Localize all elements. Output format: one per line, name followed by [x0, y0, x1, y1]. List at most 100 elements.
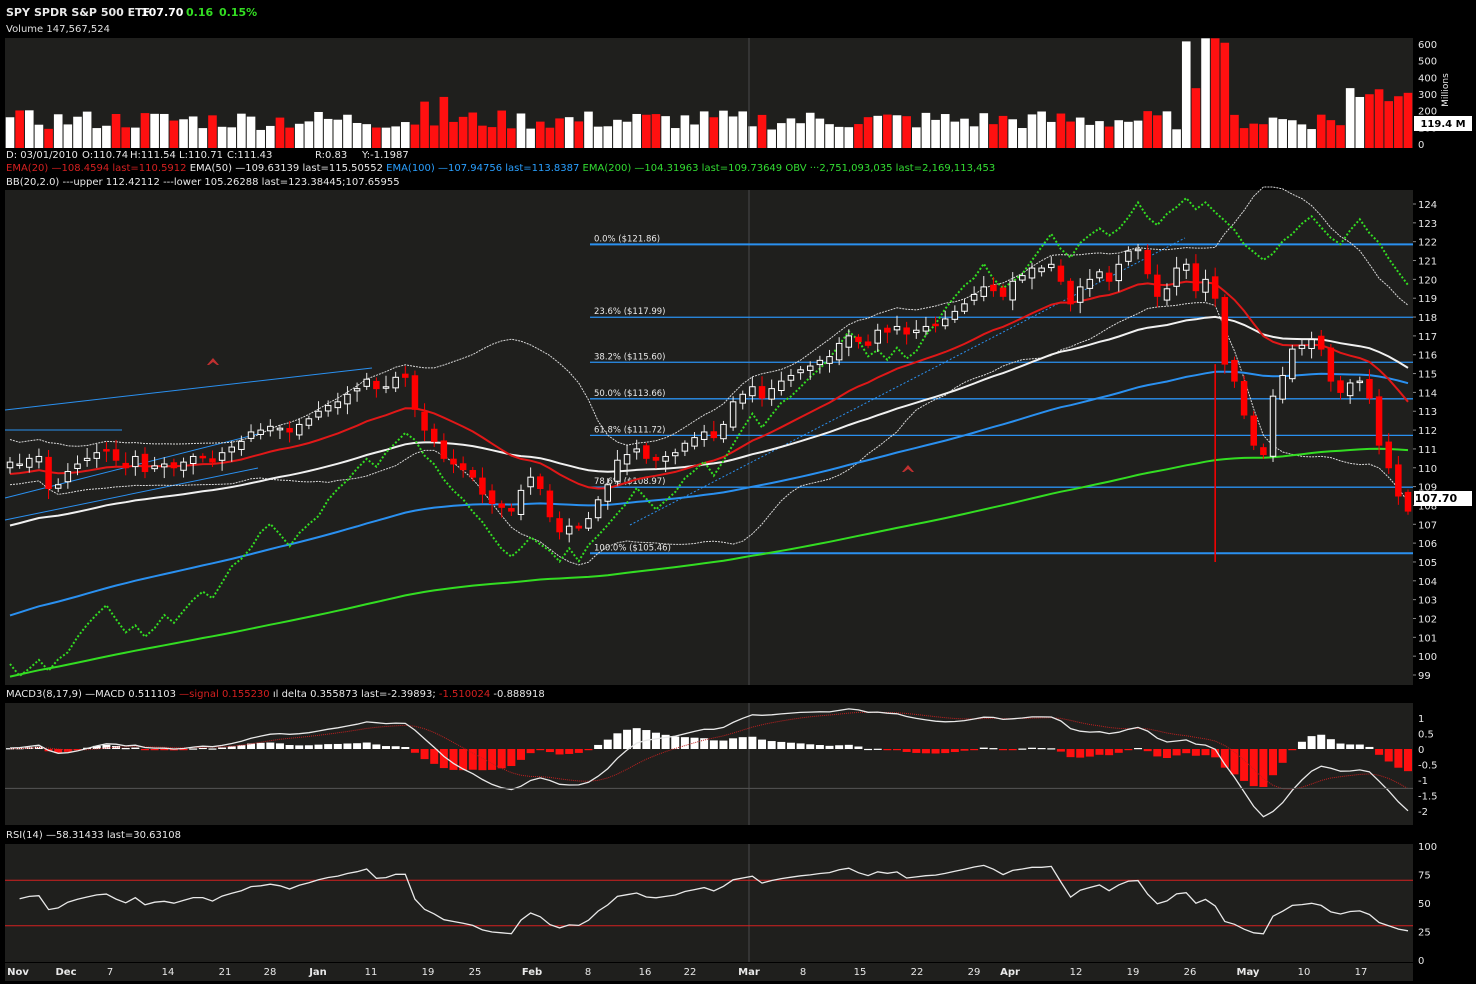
candle-body [556, 518, 563, 533]
macd-legend: MACD3(8,17,9) —MACD 0.511103 —signal 0.1… [6, 689, 545, 700]
fib-label: 50.0% ($113.66) [594, 389, 666, 399]
candle-body [537, 476, 544, 489]
candle-body [411, 375, 419, 410]
candle-body [1182, 263, 1190, 271]
bb-legend: BB(20,2.0) ---upper 112.42112 ---lower 1… [6, 177, 400, 188]
macd-histogram-bar [1162, 749, 1171, 759]
candle-body [1125, 250, 1132, 262]
price-tick-label: 121 [1418, 257, 1437, 268]
candle-body [64, 471, 72, 483]
candle-body [286, 428, 293, 433]
volume-bar [1278, 119, 1287, 148]
macd-histogram-bar [1394, 749, 1403, 768]
price-tick-label: 117 [1418, 332, 1437, 343]
macd-histogram-bar [1105, 749, 1114, 756]
candle-body [999, 287, 1007, 297]
volume-bar [420, 101, 429, 148]
volume-bar [613, 119, 622, 148]
candle-body [729, 401, 737, 428]
fib-label: 100.0% ($105.46) [594, 543, 671, 553]
volume-bar [487, 127, 497, 148]
macd-histogram-bar [275, 743, 284, 749]
candle-body [806, 365, 814, 371]
legend-item: EMA(200) —104.31963 last=109.73649 [579, 163, 782, 174]
volume-tick-label: 500 [1418, 57, 1437, 68]
volume-bar [564, 117, 574, 148]
macd-panel[interactable] [5, 703, 1413, 825]
volume-bar [34, 124, 44, 148]
volume-bar [979, 113, 989, 148]
macd-histogram-bar [1018, 748, 1027, 750]
price-tick-label: 119 [1418, 294, 1437, 305]
fib-label: 23.6% ($117.99) [594, 307, 666, 317]
volume-bar [285, 127, 294, 148]
volume-bar [622, 121, 632, 148]
candle-body [16, 463, 23, 466]
candle-body [816, 359, 824, 366]
macd-histogram-bar [536, 749, 545, 751]
volume-bar [593, 126, 603, 148]
macd-histogram-bar [651, 732, 660, 749]
info-date: D: 03/01/2010 [6, 150, 78, 161]
candle-body [430, 428, 438, 442]
candle-body [83, 457, 91, 461]
volume-bar [1394, 96, 1403, 148]
price-tick-label: 118 [1418, 313, 1437, 324]
candle-body [1192, 263, 1200, 292]
volume-bar [294, 123, 304, 148]
volume-bar [805, 112, 815, 148]
macd-histogram-bar [893, 749, 902, 751]
volume-bar [1403, 92, 1413, 148]
candle-body [1096, 271, 1103, 279]
candle-body [874, 329, 881, 344]
macd-histogram-bar [1027, 747, 1036, 749]
volume-bar [786, 118, 796, 148]
candle-body [1298, 344, 1306, 349]
candle-body [295, 423, 303, 436]
volume-bar [102, 125, 111, 148]
date-tick-label: 22 [684, 967, 697, 978]
candle-body [1385, 441, 1392, 469]
volume-bar [458, 116, 468, 148]
candle-body [1327, 347, 1335, 382]
macd-histogram-bar [815, 745, 824, 749]
volume-bar [651, 114, 661, 148]
volume-bar [266, 125, 275, 148]
rsi-panel[interactable] [5, 844, 1413, 962]
candle-body [662, 455, 669, 462]
volume-bar [757, 114, 767, 148]
volume-bar [208, 115, 217, 148]
candle-body [1163, 288, 1171, 301]
macd-histogram-bar [218, 747, 227, 749]
macd-histogram-bar [362, 742, 371, 749]
volume-bar [111, 114, 121, 148]
fib-label: 38.2% ($115.60) [594, 352, 666, 362]
price-panel[interactable] [5, 190, 1413, 685]
volume-bar [603, 126, 613, 148]
candle-body [700, 431, 708, 440]
rsi-tick-label: 50 [1418, 899, 1431, 910]
volume-bar [844, 127, 854, 148]
macd-histogram-bar [1008, 749, 1017, 751]
volume-bar [352, 122, 362, 148]
macd-histogram-bar [603, 739, 612, 749]
candle-body [1366, 378, 1373, 399]
candle-body [382, 386, 390, 389]
rsi-tick-label: 100 [1418, 842, 1437, 853]
macd-histogram-bar [902, 749, 911, 752]
candle-body [344, 393, 351, 405]
candle-body [74, 463, 81, 469]
macd-histogram-bar [160, 749, 169, 751]
candle-body [623, 454, 631, 465]
candle-body [488, 490, 496, 505]
volume-bar [854, 124, 863, 148]
chart-workspace: SPY SPDR S&P 500 ETF 107.70 0.16 0.15% V… [0, 0, 1476, 984]
date-tick-label: 21 [219, 967, 232, 978]
candle-body [594, 499, 602, 519]
candle-body [633, 448, 640, 453]
volume-bar [1336, 125, 1345, 148]
volume-bar [391, 126, 400, 148]
candle-body [1028, 267, 1036, 279]
candle-body [990, 284, 997, 292]
candle-body [199, 455, 207, 459]
